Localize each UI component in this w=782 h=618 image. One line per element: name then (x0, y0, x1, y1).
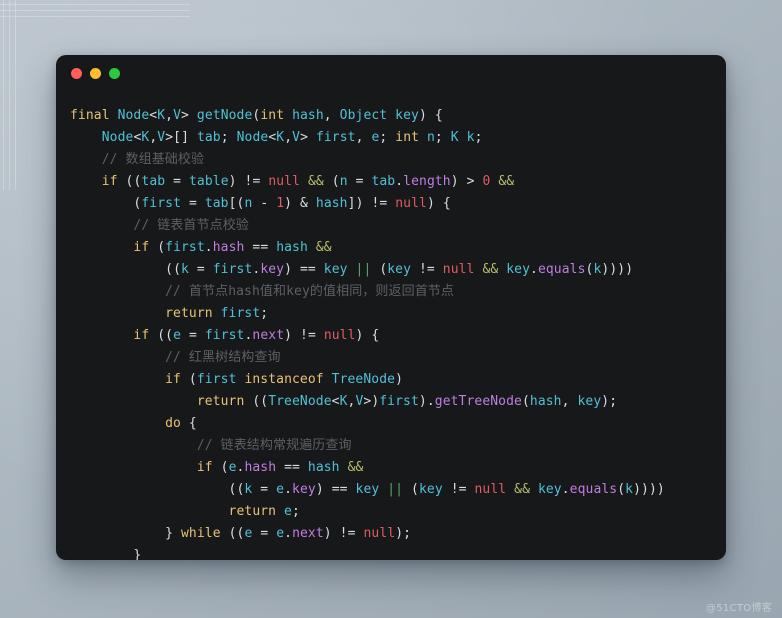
code-block[interactable]: final Node<K,V> getNode(int hash, Object… (70, 105, 708, 560)
minimize-button[interactable] (90, 67, 101, 79)
close-button[interactable] (71, 67, 82, 79)
window-titlebar (56, 55, 726, 91)
code-window: final Node<K,V> getNode(int hash, Object… (56, 55, 726, 560)
code-area[interactable]: final Node<K,V> getNode(int hash, Object… (56, 91, 726, 560)
maximize-button[interactable] (109, 67, 120, 79)
watermark: @51CTO博客 (705, 603, 772, 614)
screenshot-canvas: final Node<K,V> getNode(int hash, Object… (0, 0, 782, 618)
